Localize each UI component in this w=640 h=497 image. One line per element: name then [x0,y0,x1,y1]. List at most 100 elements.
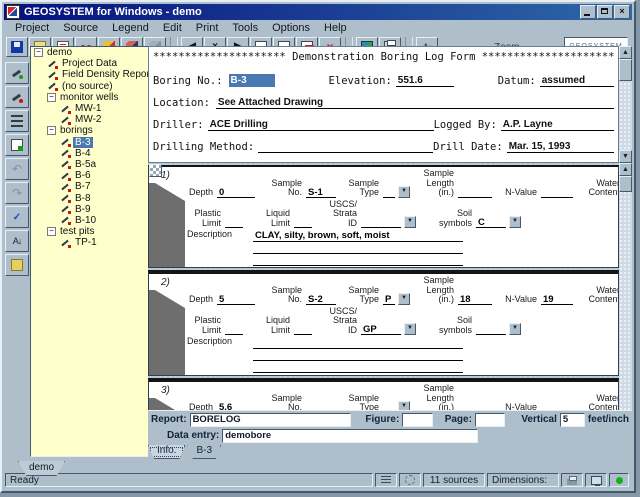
tree-item-label[interactable]: B-4 [73,148,93,159]
scrollbar-thumb[interactable] [619,59,632,81]
elevation-field[interactable]: 551.6 [396,74,454,87]
tree-item-label[interactable]: B-3 [73,137,93,148]
strata-id-dropdown[interactable] [404,216,416,228]
tree-item-borings[interactable]: borings [31,125,149,136]
tree-item-b-5a[interactable]: B-5a [31,159,149,170]
tree-item-field-density-reports[interactable]: Field Density Reports [31,69,149,80]
expander-minus-icon[interactable] [47,93,56,102]
tree-item--no-source-[interactable]: (no source) [31,81,149,92]
description-line[interactable] [253,337,463,349]
plastic-limit-field[interactable] [225,217,243,228]
tree-item-label[interactable]: B-7 [73,181,93,192]
sample-type-field[interactable]: P [383,294,395,305]
tree-item-b-7[interactable]: B-7 [31,181,149,192]
tree-item-tp-1[interactable]: TP-1 [31,237,149,248]
liquid-limit-field[interactable] [294,324,312,335]
data-entry-input[interactable]: demobore [222,429,478,443]
description-line[interactable] [253,242,463,254]
close-button[interactable] [614,5,630,19]
export-button[interactable] [5,254,29,276]
menu-project[interactable]: Project [8,22,56,34]
expander-minus-icon[interactable] [47,126,56,135]
description-line[interactable] [253,254,463,266]
tree-item-mw-2[interactable]: MW-2 [31,114,149,125]
graph-button[interactable] [5,134,29,156]
soil-symbols-field[interactable] [476,324,506,335]
sample-no-field[interactable]: S-1 [306,187,336,198]
sample-length-field[interactable]: 18 [458,294,492,305]
tree-item-demo[interactable]: demo [31,47,149,58]
report-input[interactable]: BORELOG [190,413,352,427]
tree-item-monitor-wells[interactable]: monitor wells [31,92,149,103]
tree-item-b-9[interactable]: B-9 [31,204,149,215]
expander-minus-icon[interactable] [34,48,43,57]
tree-item-mw-1[interactable]: MW-1 [31,103,149,114]
menu-options[interactable]: Options [265,22,317,34]
sample-no-field[interactable]: S-2 [306,294,336,305]
tree-item-label[interactable]: MW-1 [73,103,103,114]
tree-item-label[interactable]: monitor wells [58,92,120,103]
verify-button[interactable]: ✓ [5,206,29,228]
tab-info[interactable]: Info. [148,445,185,459]
printer-status-button[interactable] [561,473,583,487]
vertical-input[interactable]: 5 [560,413,585,427]
tree-item-label[interactable]: demo [45,47,74,58]
datum-field[interactable]: assumed [540,74,614,87]
scroll-up-icon[interactable] [619,46,632,59]
soil-symbols-field[interactable]: C [476,217,506,228]
location-field[interactable]: See Attached Drawing [216,96,614,109]
logged-by-field[interactable]: A.P. Layne [501,118,614,131]
plastic-limit-field[interactable] [225,324,243,335]
menu-source[interactable]: Source [56,22,105,34]
liquid-limit-field[interactable] [294,217,312,228]
tree-item-label[interactable]: B-8 [73,193,93,204]
description-field[interactable]: CLAY, silty, brown, soft, moist [253,230,463,266]
maximize-button[interactable] [597,5,613,19]
scroll-down-icon[interactable] [619,150,632,163]
drill-date-field[interactable]: Mar. 15, 1993 [507,140,614,153]
tree-item-b-3[interactable]: B-3 [31,137,149,148]
tree-item-label[interactable]: B-10 [73,215,98,226]
description-line[interactable] [253,361,463,373]
soil-symbols-dropdown[interactable] [509,216,521,228]
n-value-field[interactable]: 19 [541,294,573,305]
tree-item-label[interactable]: MW-2 [73,114,103,125]
tree-item-b-8[interactable]: B-8 [31,192,149,203]
sample-type-dropdown[interactable] [398,293,410,305]
expander-minus-icon[interactable] [47,227,56,236]
menu-legend[interactable]: Legend [105,22,156,34]
sample-type-dropdown[interactable] [398,186,410,198]
tree-item-label[interactable]: (no source) [60,81,115,92]
tree-item-label[interactable]: TP-1 [73,237,99,248]
scrollbar-thumb[interactable] [619,176,632,192]
add-source-button[interactable] [5,62,29,84]
properties-button[interactable] [5,110,29,132]
driller-field[interactable]: ACE Drilling [208,118,434,131]
menu-tools[interactable]: Tools [225,22,265,34]
tree-item-b-4[interactable]: B-4 [31,148,149,159]
scroll-up-icon[interactable] [619,163,632,176]
save-button[interactable] [6,37,28,57]
boring-no-field[interactable]: B-3 [229,74,275,87]
display-status-button[interactable] [585,473,607,487]
remove-source-button[interactable] [5,86,29,108]
header-scrollbar[interactable] [619,46,632,163]
menu-edit[interactable]: Edit [156,22,189,34]
tree-item-label[interactable]: B-5a [73,159,98,170]
sort-az-button[interactable] [5,230,29,252]
depth-field[interactable]: 5 [217,294,255,305]
description-line[interactable]: CLAY, silty, brown, soft, moist [253,230,463,242]
tree-item-label[interactable]: Project Data [60,58,119,69]
tree-item-label[interactable]: B-6 [73,170,93,181]
description-line[interactable] [253,349,463,361]
tree-item-b-10[interactable]: B-10 [31,215,149,226]
list-toggle-button[interactable] [375,473,397,487]
tree-item-label[interactable]: B-9 [73,204,93,215]
grid-button[interactable] [149,164,162,177]
drilling-method-field[interactable] [258,140,433,153]
strata-id-dropdown[interactable] [404,323,416,335]
soil-symbols-dropdown[interactable] [509,323,521,335]
tree-item-b-6[interactable]: B-6 [31,170,149,181]
depth-field[interactable]: 0 [217,187,255,198]
tree-item-label[interactable]: Field Density Reports [60,69,150,80]
